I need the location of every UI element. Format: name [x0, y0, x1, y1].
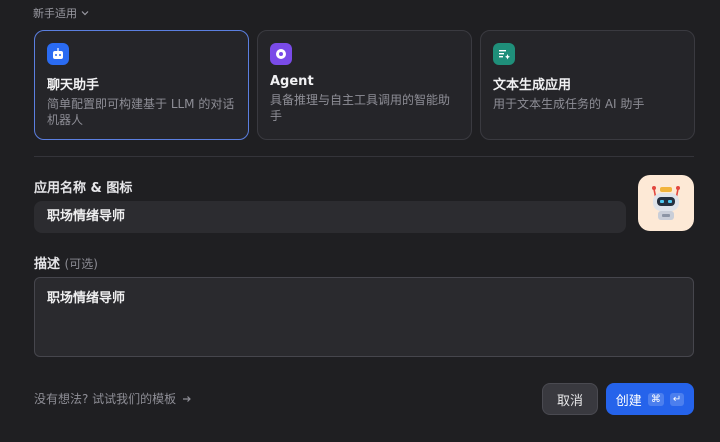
- robot-icon: [652, 186, 680, 220]
- enter-key: ↵: [669, 392, 685, 406]
- card-description: 简单配置即可构建基于 LLM 的对话 机器人: [47, 97, 235, 127]
- card-description: 具备推理与自主工具调用的智能助 手: [270, 93, 451, 123]
- app-icon-picker[interactable]: [638, 175, 694, 231]
- card-title: 聊天助手: [47, 78, 100, 93]
- create-button[interactable]: 创建 ⌘ ↵: [606, 383, 694, 415]
- chat-bot-icon: [47, 43, 69, 65]
- card-chat-assistant[interactable]: 聊天助手 简单配置即可构建基于 LLM 的对话 机器人: [34, 30, 249, 140]
- arrow-right-icon: [183, 395, 192, 402]
- app-name-input[interactable]: 职场情绪导师: [34, 201, 626, 233]
- template-link[interactable]: 没有想法? 试试我们的模板: [34, 390, 192, 407]
- card-text-generation[interactable]: 文本生成应用 用于文本生成任务的 AI 助手: [480, 30, 695, 140]
- cmd-key: ⌘: [647, 392, 664, 406]
- app-name-label: 应用名称 & 图标: [34, 181, 133, 196]
- agent-brain-icon: [270, 43, 292, 65]
- text-sparkle-icon: [493, 43, 515, 65]
- divider: [34, 156, 694, 157]
- card-agent[interactable]: Agent 具备推理与自主工具调用的智能助 手: [257, 30, 472, 140]
- optional-hint: (可选): [64, 257, 98, 271]
- chevron-down-icon: [81, 11, 89, 16]
- description-textarea[interactable]: 职场情绪导师: [34, 277, 694, 357]
- section-title: 新手适用: [33, 7, 77, 20]
- cancel-button[interactable]: 取消: [542, 383, 598, 415]
- section-header-beginner[interactable]: 新手适用: [33, 5, 89, 21]
- description-label: 描述 (可选): [34, 257, 98, 272]
- app-type-cards: 聊天助手 简单配置即可构建基于 LLM 的对话 机器人 Agent 具备推理与自…: [34, 30, 695, 140]
- card-title: 文本生成应用: [493, 78, 572, 93]
- card-title: Agent: [270, 74, 314, 89]
- card-description: 用于文本生成任务的 AI 助手: [493, 97, 645, 111]
